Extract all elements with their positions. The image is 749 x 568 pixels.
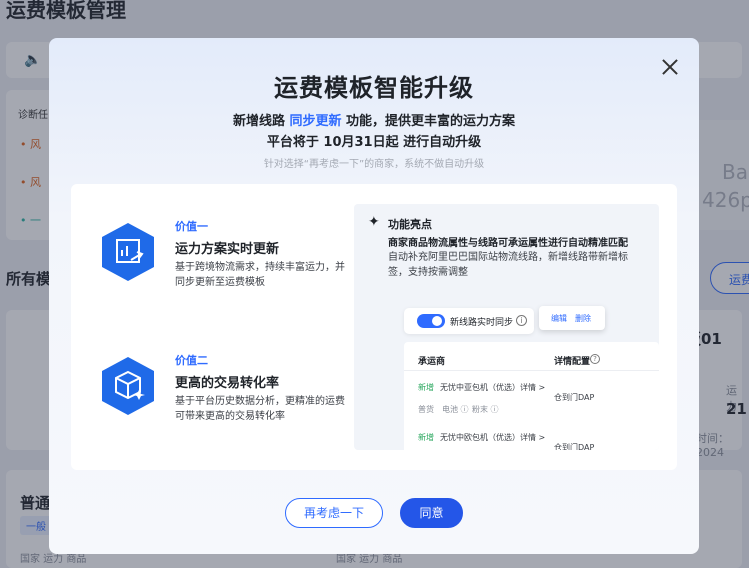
delivery-mode: 仓到门DAP [554,443,595,450]
attr-tag: 电池 ⓘ [442,405,469,414]
new-badge: 新增 [418,433,434,442]
upgrade-date-text: 平台将于 10月31日起 进行自动升级 [266,135,482,150]
value1-label: 价值一 [175,220,208,233]
value2-desc: 基于平台历史数据分析，更精准的运费可带来更高的交易转化率 [175,396,345,422]
help-icon: ? [590,354,600,364]
column-header: 详情配置 [554,357,591,367]
row-actions-popover: 编辑 删除 [539,306,605,330]
feature-line: 商家商品物流属性与线路可承运属性进行自动精准匹配 [388,238,628,249]
value-panel: 价值一 运力方案实时更新 基于跨境物流需求，持续丰富运力，并同步更新至运费模板 … [71,184,677,470]
modal-title: 运费模板智能升级 [274,74,474,102]
attr-tag: 粉末 ⓘ [472,405,499,414]
reconsider-button[interactable]: 再考虑一下 [285,498,383,528]
value2-label: 价值二 [175,354,208,367]
delivery-mode: 仓到门DAP [554,393,595,402]
carrier-name[interactable]: 无忧中欧包机（优选）详情 > [440,432,545,443]
info-icon: i [516,315,527,326]
delete-link[interactable]: 删除 [575,313,591,324]
edit-link[interactable]: 编辑 [551,313,567,324]
value1-title: 运力方案实时更新 [175,242,280,257]
feature-highlight-panel: ✦ 功能亮点 商家商品物流属性与线路可承运属性进行自动精准匹配 自动补充阿里巴巴… [354,204,659,450]
carrier-name[interactable]: 无忧中亚包机（优选）详情 > [440,382,545,393]
new-badge: 新增 [418,383,434,392]
upgrade-note: 针对选择“再考虑一下”的商家，系统不做自动升级 [263,159,485,170]
sync-toggle-switch[interactable] [417,314,445,328]
carrier-table: 承运商 详情配置 ? 新增 无忧中亚包机（优选）详情 > 普货 电池 ⓘ 粉末 … [404,342,659,450]
feature-heading: 功能亮点 [388,218,432,231]
attr-tag: 普货 [418,405,434,414]
realtime-chart-icon [102,223,154,281]
agree-button[interactable]: 同意 [400,498,463,528]
sparkle-icon: ✦ [368,214,380,230]
value1-desc: 基于跨境物流需求，持续丰富运力，并同步更新至运费模板 [175,262,345,288]
conversion-box-icon [102,357,154,415]
feature-line: 自动补充阿里巴巴国际站物流线路，新增线路带新增标签，支持按需调整 [388,252,628,278]
sync-toggle-label: 新线路实时同步 [450,318,514,328]
value2-title: 更高的交易转化率 [175,376,280,391]
column-header: 承运商 [418,357,446,367]
highlight-text: 同步更新 [289,114,342,129]
upgrade-modal: 运费模板智能升级 新增线路 同步更新 功能，提供更丰富的运力方案 平台将于 10… [49,38,699,554]
sync-toggle-row: 新线路实时同步 i [404,308,534,334]
modal-subtitle: 新增线路 同步更新 功能，提供更丰富的运力方案 [232,114,516,129]
